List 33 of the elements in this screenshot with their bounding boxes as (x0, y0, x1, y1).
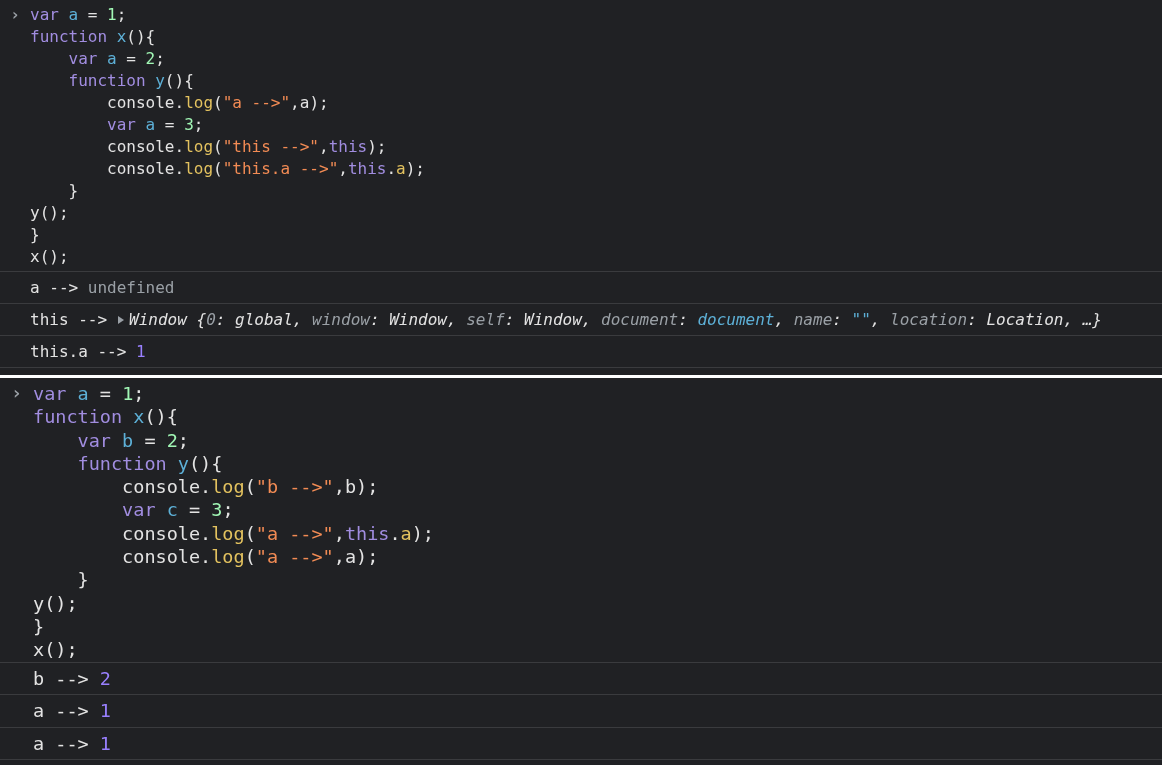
code-line: y(); (30, 202, 70, 224)
code-line: console.log("b -->",b); (121, 475, 380, 499)
code-line: console.log("this.a -->",this.a); (106, 158, 425, 180)
log-message: b --> 2 (33, 667, 111, 689)
log-message: a --> 1 (33, 732, 111, 754)
prompt-chevron: › (10, 382, 23, 404)
code-line: function y(){ (76, 451, 224, 476)
code-line: } (67, 180, 80, 202)
log-message: this.a --> 1 (30, 342, 146, 361)
code-line: var a = 2; (67, 48, 166, 70)
code-line: console.log("a -->",a); (121, 545, 380, 569)
code-line: var a = 1; (30, 4, 128, 26)
code-line: var c = 3; (121, 498, 235, 522)
code-line: } (30, 224, 41, 246)
code-line: x(); (33, 638, 79, 662)
code-line: function y(){ (67, 70, 195, 92)
code-line: var a = 1; (33, 382, 146, 406)
code-line: console.log("a -->",a); (106, 92, 330, 114)
code-line: console.log("a -->",this.a); (121, 521, 434, 546)
code-line: y(); (33, 591, 79, 615)
code-line: x(); (30, 246, 70, 268)
code-line: function x(){ (33, 405, 179, 429)
log-message: a --> undefined (30, 278, 175, 297)
log-message: this --> (30, 310, 108, 329)
object-preview: Window {0: global, window: Window, self: Window, document: document, name: "", location: Location, …} (129, 310, 1102, 329)
prompt-chevron: › (10, 4, 20, 26)
code-line: var b = 2; (76, 428, 190, 452)
log-message: a --> 1 (33, 700, 111, 722)
code-line: } (33, 614, 46, 639)
code-line: var a = 3; (106, 114, 205, 136)
code-line: } (76, 568, 90, 592)
code-line: console.log("this -->",this); (106, 136, 388, 158)
code-line: function x(){ (30, 26, 157, 48)
